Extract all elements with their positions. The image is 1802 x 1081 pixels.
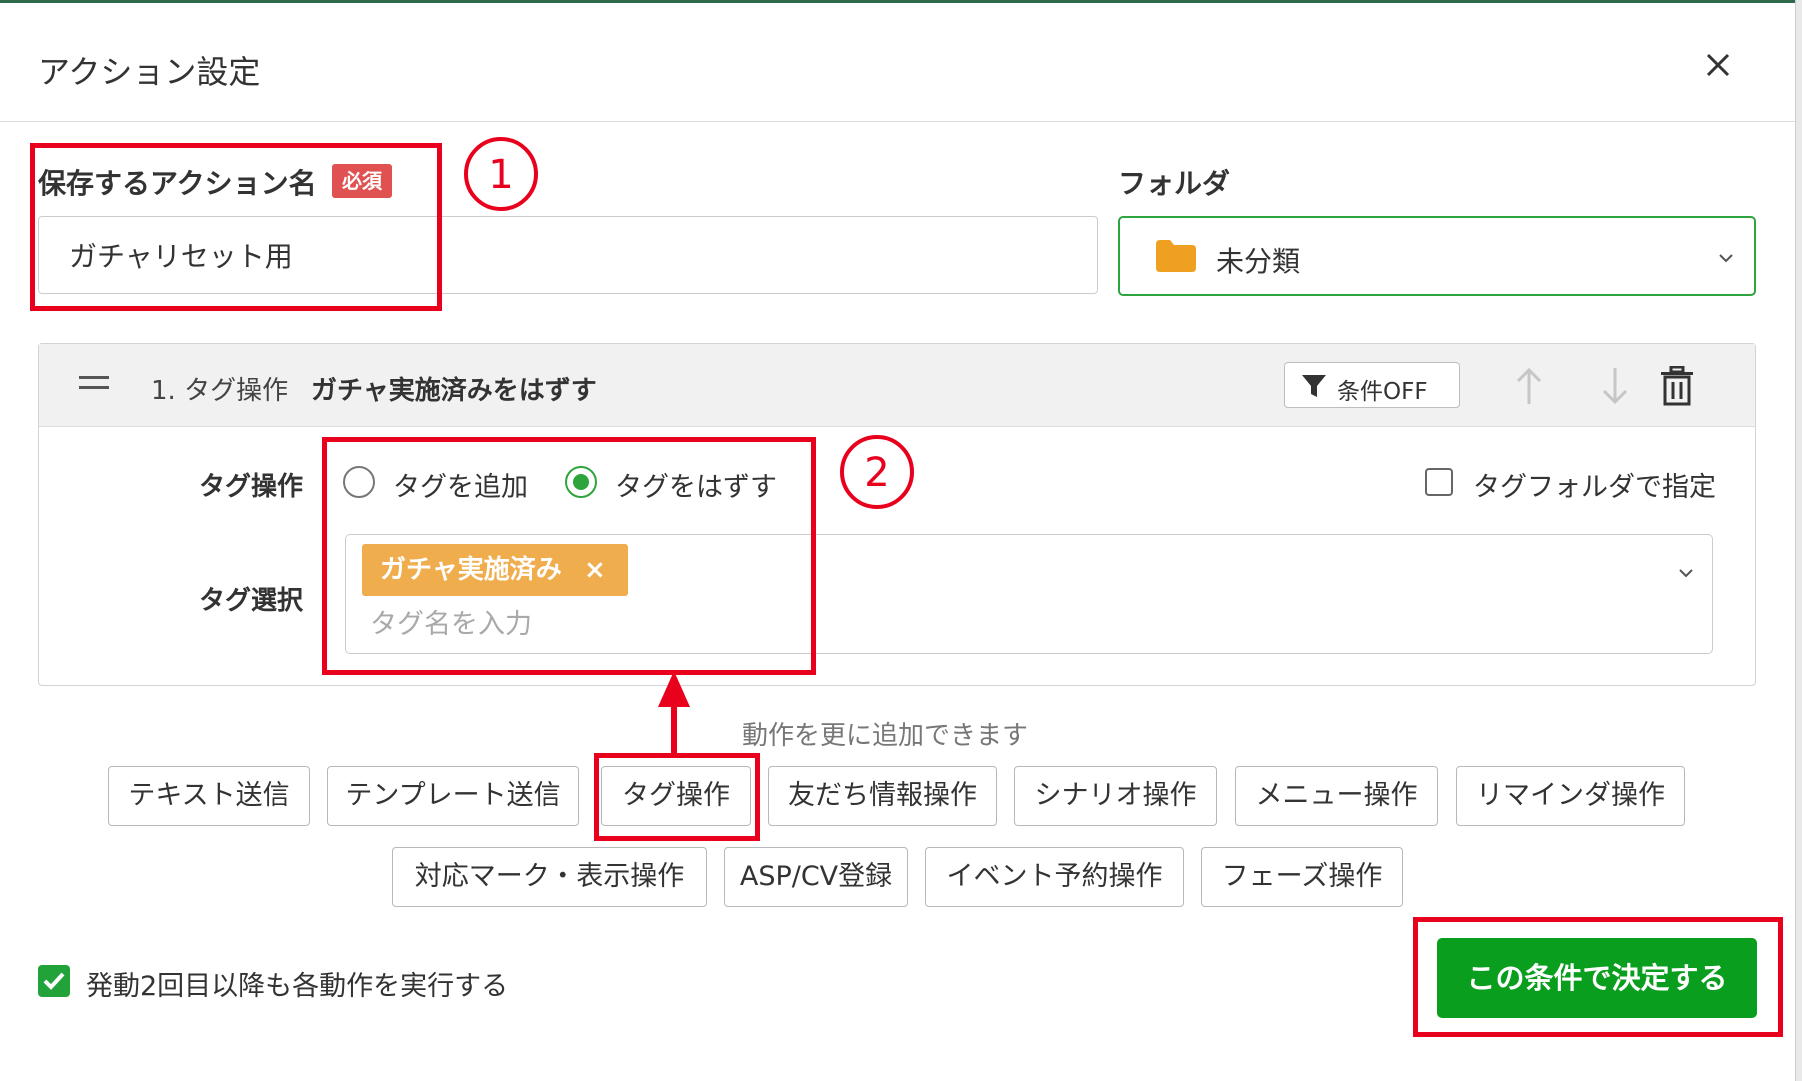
action-card: 1. タグ操作 ガチャ実施済みをはずす 条件OFF タグ操作 タグを追加 タグを… — [38, 343, 1756, 686]
submit-button[interactable]: この条件で決定する — [1437, 938, 1757, 1018]
drag-handle-icon[interactable] — [79, 374, 109, 392]
tag-select-label: タグ選択 — [199, 586, 304, 616]
action-summary: ガチャ実施済みをはずす — [311, 376, 597, 406]
add-scenario-button[interactable]: シナリオ操作 — [1014, 766, 1217, 826]
tag-operation-label: タグ操作 — [199, 472, 304, 502]
add-menu-button[interactable]: メニュー操作 — [1235, 766, 1438, 826]
condition-toggle-button[interactable]: 条件OFF — [1284, 362, 1460, 408]
tag-select-box[interactable]: ガチャ実施済み × — [345, 534, 1713, 654]
add-tag-operation-button[interactable]: タグ操作 — [601, 766, 751, 826]
action-card-header: 1. タグ操作 ガチャ実施済みをはずす 条件OFF — [39, 344, 1755, 427]
add-action-hint: 動作を更に追加できます — [742, 721, 1029, 751]
add-reminder-button[interactable]: リマインダ操作 — [1456, 766, 1685, 826]
check-icon — [43, 972, 65, 990]
add-text-send-button[interactable]: テキスト送信 — [108, 766, 310, 826]
add-asp-cv-button[interactable]: ASP/CV登録 — [724, 847, 908, 907]
add-phase-button[interactable]: フェーズ操作 — [1201, 847, 1403, 907]
selected-tag-name: ガチャ実施済み — [380, 555, 562, 585]
action-name-input[interactable] — [38, 216, 1098, 294]
tag-folder-checkbox-label: タグフォルダで指定 — [1473, 472, 1716, 503]
tag-name-input[interactable] — [368, 603, 972, 645]
background-scrollbar-edge — [1795, 0, 1802, 1081]
radio-add-tag-label: タグを追加 — [393, 472, 528, 503]
add-friend-info-button[interactable]: 友だち情報操作 — [768, 766, 997, 826]
tag-folder-checkbox[interactable] — [1425, 468, 1453, 496]
add-event-reservation-button[interactable]: イベント予約操作 — [925, 847, 1184, 907]
svg-text:1: 1 — [488, 152, 513, 198]
modal-header: アクション設定 — [0, 3, 1795, 122]
selected-tag-chip: ガチャ実施済み × — [362, 544, 628, 596]
tag-chip-remove-icon[interactable]: × — [584, 544, 606, 596]
radio-remove-tag[interactable] — [565, 466, 597, 498]
action-settings-modal: アクション設定 保存するアクション名 必須 フォルダ 未分類 1. タグ操作 ガ… — [0, 3, 1795, 1081]
close-button[interactable] — [1698, 45, 1738, 85]
radio-add-tag[interactable] — [343, 466, 375, 498]
add-mark-display-button[interactable]: 対応マーク・表示操作 — [392, 847, 707, 907]
arrow-down-icon[interactable] — [1595, 364, 1635, 408]
chevron-down-icon — [1719, 254, 1733, 263]
trash-icon[interactable] — [1659, 366, 1695, 406]
folder-value: 未分類 — [1216, 245, 1301, 278]
folder-icon — [1156, 240, 1196, 272]
folder-select[interactable]: 未分類 — [1118, 216, 1756, 296]
filter-icon — [1302, 375, 1326, 397]
modal-title: アクション設定 — [38, 53, 261, 91]
condition-toggle-label: 条件OFF — [1337, 379, 1428, 405]
action-name-label: 保存するアクション名 — [38, 167, 317, 200]
annotation-marker-1: 1 — [462, 135, 540, 217]
action-number: 1. タグ操作 — [151, 376, 289, 406]
close-icon — [1706, 53, 1730, 77]
radio-remove-tag-label: タグをはずす — [615, 472, 777, 503]
required-badge: 必須 — [332, 164, 392, 198]
repeat-checkbox[interactable] — [38, 965, 70, 997]
folder-label: フォルダ — [1118, 167, 1231, 200]
repeat-checkbox-label: 発動2回目以降も各動作を実行する — [86, 971, 509, 1002]
add-template-send-button[interactable]: テンプレート送信 — [327, 766, 579, 826]
chevron-down-icon[interactable] — [1676, 563, 1696, 583]
arrow-up-icon[interactable] — [1509, 364, 1549, 408]
